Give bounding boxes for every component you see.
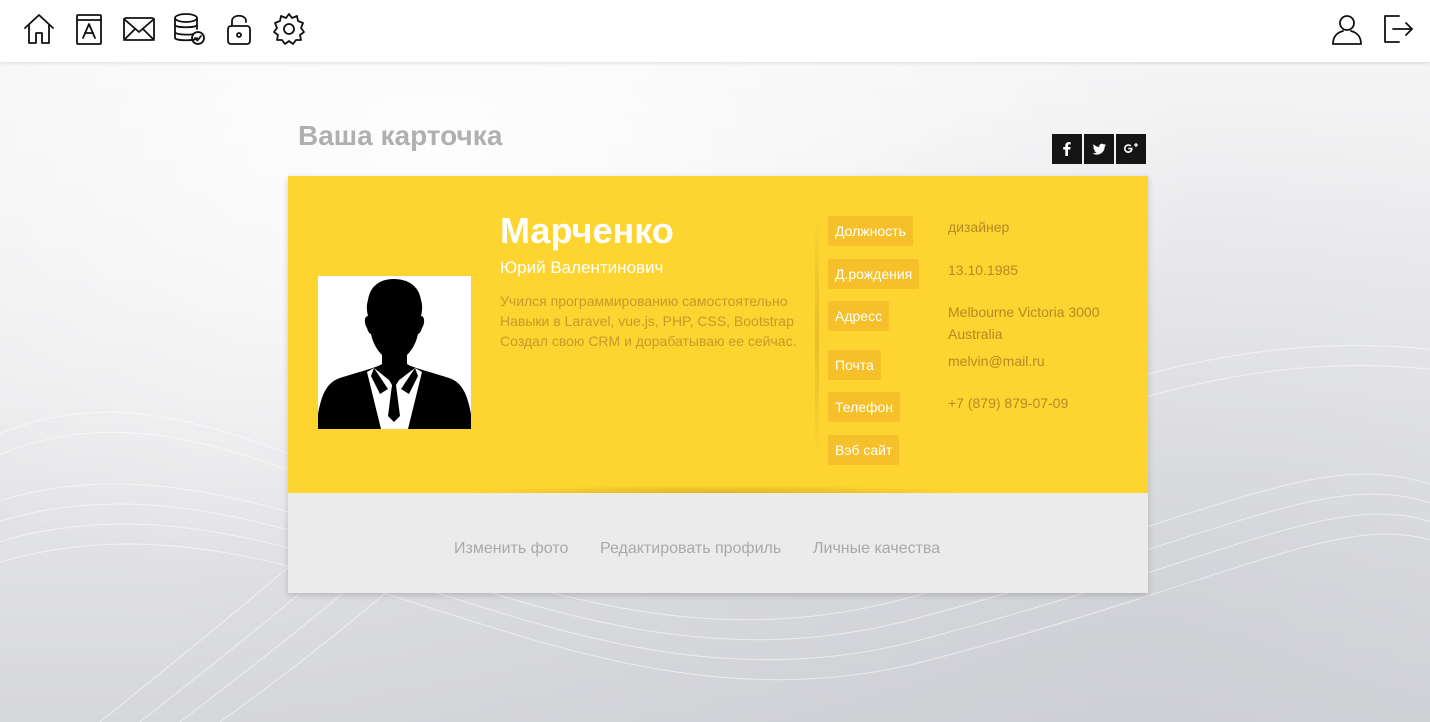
email-label: Почта [828,350,881,380]
birth-date-value: 13.10.1985 [948,262,1019,278]
bio-line: Навыки в Laravel, vue.js, PHP, CSS, Boot… [500,313,794,329]
website-label: Вэб сайт [828,435,900,465]
address-label: Адресс [828,301,890,331]
twitter-icon [1092,143,1106,155]
edit-profile-link[interactable]: Редактировать профиль [600,540,781,558]
bio-line: Учился программированию самостоятельно [500,293,788,309]
home-icon[interactable] [20,10,58,48]
profile-card: Марченко Юрий Валентинович Учился програ… [288,176,1148,593]
top-navigation-bar [0,0,1430,62]
address-line: Australia [948,326,1003,342]
google-plus-button[interactable] [1116,134,1146,164]
profile-given-names: Юрий Валентинович [500,258,664,277]
lock-icon[interactable] [220,10,258,48]
birth-date-label: Д.рождения [828,259,920,289]
personal-qualities-link[interactable]: Личные качества [813,540,940,558]
person-silhouette-icon [318,279,471,429]
phone-value[interactable]: +7 (879) 879-07-09 [948,392,1068,414]
user-icon[interactable] [1328,10,1366,48]
profile-card-info: Марченко Юрий Валентинович Учился програ… [288,176,1148,493]
logout-icon[interactable] [1378,10,1416,48]
bio-line: Создал свою CRM и дорабатываю ее сейчас. [500,333,797,349]
twitter-button[interactable] [1084,134,1114,164]
page-title: Ваша карточка [298,120,503,151]
database-icon[interactable] [170,10,208,48]
profile-surname: Марченко [500,210,674,251]
profile-photo [318,276,471,429]
facebook-button[interactable] [1052,134,1082,164]
profile-bio: Учился программированию самостоятельно Н… [500,291,820,351]
vertical-divider [815,216,819,456]
facebook-icon [1063,142,1071,156]
gear-icon[interactable] [270,10,308,48]
email-value[interactable]: melvin@mail.ru [948,350,1045,372]
position-value: дизайнер [948,219,1010,235]
address-book-icon[interactable] [70,10,108,48]
address-value: Melbourne Victoria 3000 Australia [948,301,1100,345]
card-shadow-decoration [468,485,968,493]
change-photo-link[interactable]: Изменить фото [454,540,568,558]
google-plus-icon [1124,143,1138,153]
mail-icon[interactable] [120,10,158,48]
address-line: Melbourne Victoria 3000 [948,304,1100,320]
position-label: Должность [828,216,913,246]
phone-label: Телефон [828,392,901,422]
